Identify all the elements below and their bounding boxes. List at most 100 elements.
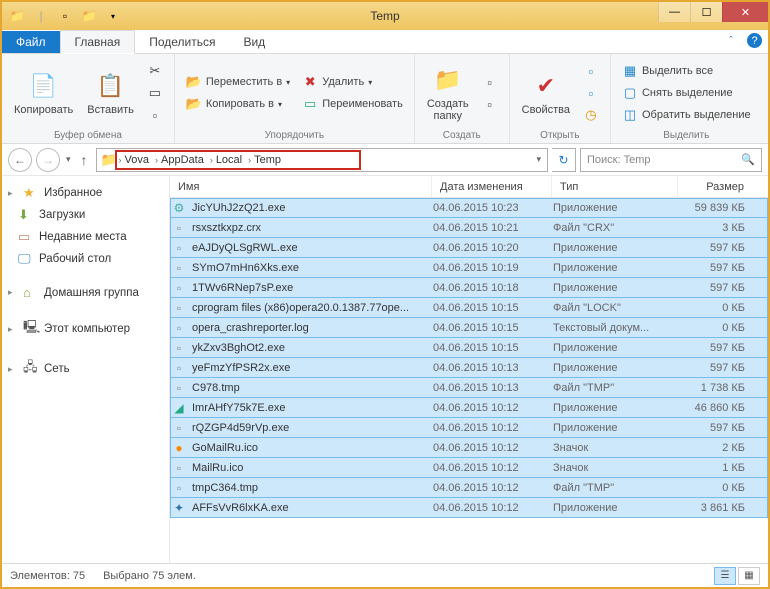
close-button[interactable]: ✕: [722, 2, 768, 22]
table-row[interactable]: ▫eAJDyQLSgRWL.exe04.06.2015 10:20Приложе…: [170, 238, 768, 258]
file-rows: ⚙JicYUhJ2zQ21.exe04.06.2015 10:23Приложе…: [170, 198, 768, 563]
col-size[interactable]: Размер: [678, 176, 754, 197]
qat-newfolder[interactable]: 📁: [78, 6, 100, 26]
explorer-window: 📁 | ▫ 📁 ▾ Temp — ☐ ✕ Файл Главная Подели…: [0, 0, 770, 589]
nav-desktop[interactable]: 🖵Рабочий стол: [4, 248, 167, 270]
file-icon: ▫: [171, 281, 187, 295]
file-type: Файл "LOCK": [553, 302, 679, 314]
file-type: Приложение: [553, 402, 679, 414]
col-modified[interactable]: Дата изменения: [432, 176, 552, 197]
file-name: SYmO7mHn6Xks.exe: [192, 262, 299, 274]
file-size: 3 861 КБ: [679, 502, 755, 514]
nav-favorites[interactable]: ▸★Избранное: [4, 182, 167, 204]
table-row[interactable]: ▫rsxsztkxpz.crx04.06.2015 10:21Файл "CRX…: [170, 218, 768, 238]
qat-sep: |: [30, 6, 52, 26]
refresh-button[interactable]: ↻: [552, 148, 576, 172]
file-icon: ⚙: [171, 201, 187, 215]
nav-homegroup[interactable]: ▸⌂Домашняя группа: [4, 282, 167, 303]
qat-dropdown[interactable]: ▾: [102, 6, 124, 26]
newfolder-button[interactable]: 📁 Создать папку: [423, 62, 473, 124]
tab-home[interactable]: Главная: [60, 30, 136, 54]
copyto-button[interactable]: 📂Копировать в ▾: [183, 94, 293, 114]
delete-button[interactable]: ✖Удалить ▾: [299, 72, 406, 92]
file-size: 0 КБ: [679, 482, 755, 494]
ribbon-collapse-icon[interactable]: ˆ: [723, 33, 739, 49]
copypath-button[interactable]: ▭: [144, 83, 166, 103]
table-row[interactable]: ▫yeFmzYfPSR2x.exe04.06.2015 10:13Приложе…: [170, 358, 768, 378]
table-row[interactable]: ◢ImrAHfY75k7E.exe04.06.2015 10:12Приложе…: [170, 398, 768, 418]
table-row[interactable]: ▫C978.tmp04.06.2015 10:13Файл "TMP"1 738…: [170, 378, 768, 398]
crumb-local[interactable]: Local: [213, 154, 248, 166]
minimize-button[interactable]: —: [658, 2, 690, 22]
qat-properties[interactable]: ▫: [54, 6, 76, 26]
pasteshortcut-button[interactable]: ▫: [144, 105, 166, 125]
table-row[interactable]: ▫tmpC364.tmp04.06.2015 10:12Файл "TMP"0 …: [170, 478, 768, 498]
table-row[interactable]: ▫cprogram files (x86)opera20.0.1387.77op…: [170, 298, 768, 318]
copy-button[interactable]: 📄 Копировать: [10, 68, 77, 118]
file-size: 597 КБ: [679, 242, 755, 254]
content-area: ▸★Избранное ⬇Загрузки ▭Недавние места 🖵Р…: [2, 176, 768, 563]
rename-button[interactable]: ▭Переименовать: [299, 94, 406, 114]
details-view-button[interactable]: ☰: [714, 567, 736, 585]
crumb-temp[interactable]: Temp: [251, 154, 287, 166]
table-row[interactable]: ▫ykZxv3BghOt2.exe04.06.2015 10:15Приложе…: [170, 338, 768, 358]
table-row[interactable]: ▫SYmO7mHn6Xks.exe04.06.2015 10:19Приложе…: [170, 258, 768, 278]
properties-button[interactable]: ✔ Свойства: [518, 68, 574, 118]
table-row[interactable]: ✦AFFsVvR6lxKA.exe04.06.2015 10:12Приложе…: [170, 498, 768, 518]
nav-downloads[interactable]: ⬇Загрузки: [4, 204, 167, 226]
table-row[interactable]: ▫opera_crashreporter.log04.06.2015 10:15…: [170, 318, 768, 338]
breadcrumb[interactable]: 📁 › Vova› AppData› Local› Temp ▾: [96, 148, 548, 172]
nav-thispc[interactable]: ▸🖳Этот компьютер: [4, 315, 167, 343]
icons-view-button[interactable]: ▦: [738, 567, 760, 585]
properties-icon: ✔: [530, 70, 562, 102]
moveto-button[interactable]: 📂Переместить в ▾: [183, 72, 293, 92]
cut-button[interactable]: ✂: [144, 61, 166, 81]
tab-file[interactable]: Файл: [2, 31, 60, 53]
forward-button[interactable]: →: [36, 148, 60, 172]
crumb-appdata[interactable]: AppData: [158, 154, 210, 166]
tab-share[interactable]: Поделиться: [135, 31, 229, 53]
nav-recent[interactable]: ▭Недавние места: [4, 226, 167, 248]
file-date: 04.06.2015 10:12: [433, 462, 553, 474]
open-button[interactable]: ▫: [580, 61, 602, 81]
selectall-button[interactable]: ▦Выделить все: [619, 61, 754, 81]
selectnone-button[interactable]: ▢Снять выделение: [619, 83, 754, 103]
up-button[interactable]: ↑: [77, 152, 92, 168]
maximize-button[interactable]: ☐: [690, 2, 722, 22]
table-row[interactable]: ●GoMailRu.ico04.06.2015 10:12Значок2 КБ: [170, 438, 768, 458]
col-name[interactable]: Имя: [170, 176, 432, 197]
table-row[interactable]: ▫rQZGP4d59rVp.exe04.06.2015 10:12Приложе…: [170, 418, 768, 438]
chevron-down-icon[interactable]: ▾: [536, 154, 541, 165]
table-row[interactable]: ▫MailRu.ico04.06.2015 10:12Значок1 КБ: [170, 458, 768, 478]
table-row[interactable]: ⚙JicYUhJ2zQ21.exe04.06.2015 10:23Приложе…: [170, 198, 768, 218]
file-icon: ▫: [171, 301, 187, 315]
invertselect-button[interactable]: ◫Обратить выделение: [619, 105, 754, 125]
copy-icon: 📄: [28, 70, 60, 102]
search-input[interactable]: Поиск: Temp 🔍: [580, 148, 762, 172]
history-button[interactable]: ◷: [580, 105, 602, 125]
history-dropdown[interactable]: ▾: [64, 154, 73, 165]
back-button[interactable]: ←: [8, 148, 32, 172]
file-icon: ▫: [171, 381, 187, 395]
col-type[interactable]: Тип: [552, 176, 678, 197]
file-type: Приложение: [553, 202, 679, 214]
file-type: Приложение: [553, 282, 679, 294]
file-type: Приложение: [553, 342, 679, 354]
help-icon[interactable]: ?: [747, 33, 762, 48]
crumb-vova[interactable]: Vova: [122, 154, 155, 166]
tab-view[interactable]: Вид: [229, 31, 279, 53]
nav-network[interactable]: ▸🖧Сеть: [4, 355, 167, 383]
paste-icon: 📋: [95, 70, 127, 102]
rename-icon: ▭: [302, 96, 318, 112]
file-date: 04.06.2015 10:20: [433, 242, 553, 254]
file-size: 597 КБ: [679, 362, 755, 374]
edit-button[interactable]: ▫: [580, 83, 602, 103]
paste-button[interactable]: 📋 Вставить: [83, 68, 138, 118]
copypath-icon: ▭: [147, 85, 163, 101]
copyto-icon: 📂: [186, 96, 202, 112]
newitem-button[interactable]: ▫: [479, 72, 501, 92]
easyaccess-button[interactable]: ▫: [479, 94, 501, 114]
easyaccess-icon: ▫: [482, 96, 498, 112]
file-type: Значок: [553, 462, 679, 474]
table-row[interactable]: ▫1TWv6RNep7sP.exe04.06.2015 10:18Приложе…: [170, 278, 768, 298]
